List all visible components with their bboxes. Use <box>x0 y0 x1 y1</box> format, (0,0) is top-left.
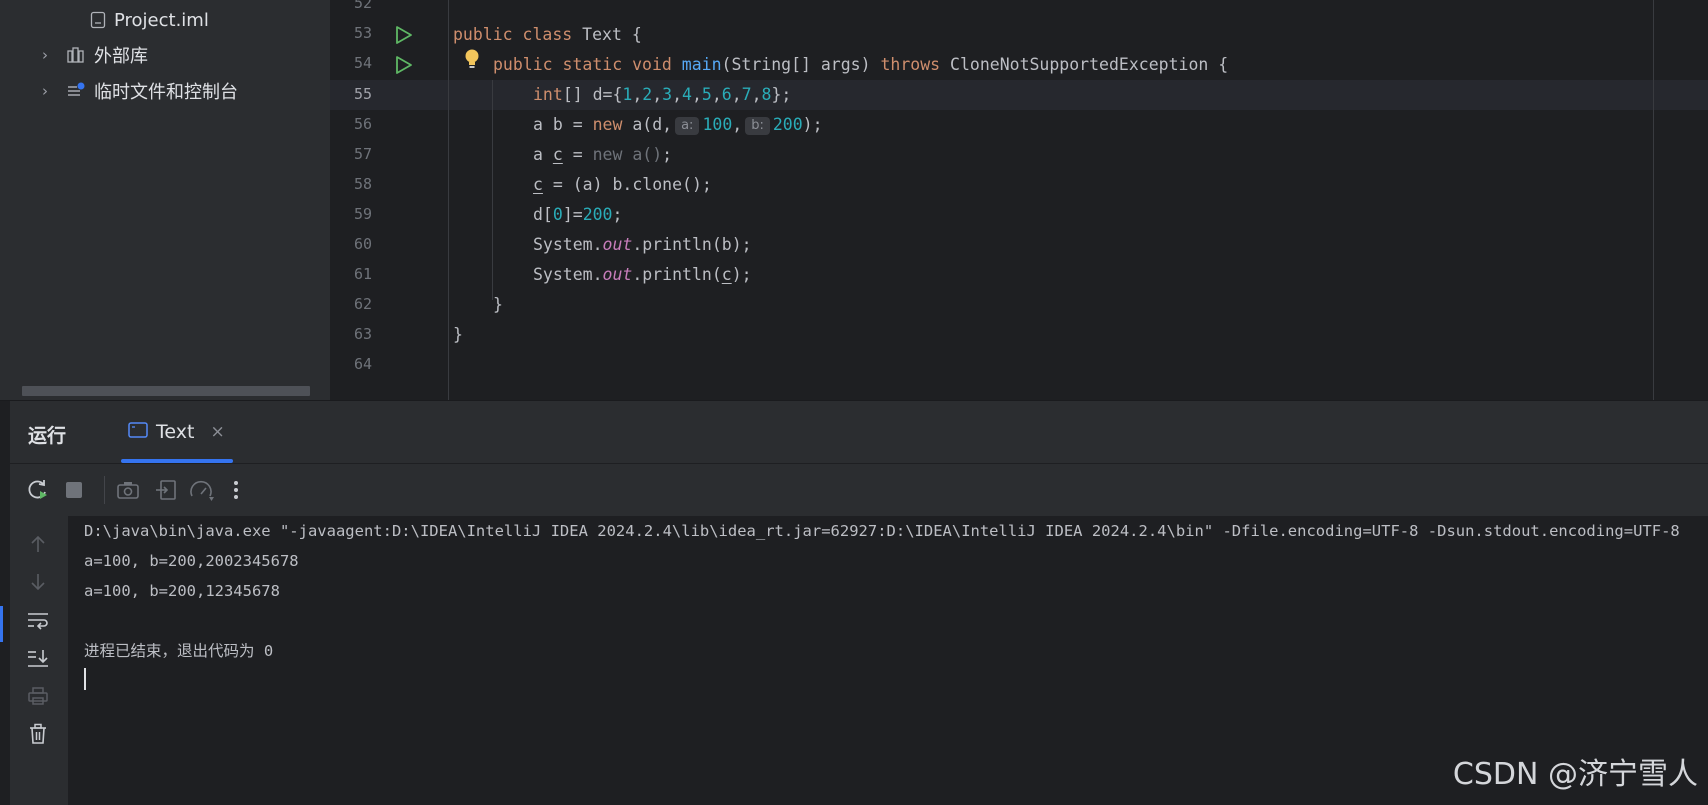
run-tab-text[interactable]: Text × <box>122 401 231 463</box>
code-editor[interactable]: 52 53 54 55 56 57 58 59 60 61 62 63 64 p… <box>330 0 1708 400</box>
clear-icon[interactable] <box>24 720 52 748</box>
console-line: D:\java\bin\java.exe "-javaagent:D:\IDEA… <box>84 522 1680 540</box>
line-number: 56 <box>353 115 372 133</box>
code-line-54: public static void main(String[] args) t… <box>493 55 1229 74</box>
gutter-separator <box>448 0 449 400</box>
code-line-53: public class Text { <box>453 25 642 44</box>
code-line-63: } <box>453 325 463 344</box>
intention-bulb-icon[interactable] <box>464 48 480 72</box>
line-number: 60 <box>353 235 372 253</box>
print-icon[interactable] <box>24 682 52 710</box>
code-line-62: } <box>493 295 503 314</box>
line-number: 64 <box>353 355 372 373</box>
scroll-up-icon[interactable] <box>24 530 52 558</box>
side-active-indicator <box>0 606 3 642</box>
tree-item-label: Project.iml <box>114 9 209 31</box>
console-line: 进程已结束，退出代码为 0 <box>84 642 274 660</box>
close-icon[interactable]: × <box>210 422 224 442</box>
tree-item-label: 临时文件和控制台 <box>94 82 238 103</box>
text-caret <box>84 668 86 690</box>
line-number: 62 <box>353 295 372 313</box>
library-icon <box>66 46 86 64</box>
console-window-icon <box>128 421 148 443</box>
watermark: CSDN @济宁雪人 <box>1452 757 1698 792</box>
more-icon[interactable] <box>222 476 250 504</box>
code-line-58: c = (a) b.clone(); <box>533 175 712 194</box>
tree-item-external-libraries[interactable]: › 外部库 <box>34 38 148 72</box>
chevron-right-icon[interactable]: › <box>34 82 56 100</box>
run-panel-title: 运行 <box>28 425 67 447</box>
soft-wrap-icon[interactable] <box>24 606 52 634</box>
code-line-55: int[] d={1,2,3,4,5,6,7,8}; <box>533 85 792 104</box>
restore-layout-icon[interactable] <box>152 476 180 504</box>
tree-item-label: 外部库 <box>94 46 148 67</box>
tree-item-scratches[interactable]: › 临时文件和控制台 <box>34 74 238 108</box>
rerun-icon[interactable] <box>24 476 52 504</box>
param-hint: b: <box>745 117 770 135</box>
file-icon <box>90 11 106 29</box>
code-line-56: a b = new a(d, a: 100, b: 200); <box>533 115 823 135</box>
line-number: 63 <box>353 325 372 343</box>
line-number: 54 <box>353 54 372 72</box>
horizontal-scrollbar[interactable] <box>22 386 310 396</box>
line-number: 61 <box>353 265 372 283</box>
right-margin-guide <box>1653 0 1654 400</box>
code-line-61: System.out.println(c); <box>533 265 752 284</box>
line-number: 52 <box>353 0 372 12</box>
code-line-57: a c = new a(); <box>533 145 673 164</box>
line-number: 55 <box>353 85 372 103</box>
code-line-60: System.out.println(b); <box>533 235 752 254</box>
profiler-icon[interactable] <box>188 476 216 504</box>
line-number: 58 <box>353 175 372 193</box>
console-line: a=100, b=200,2002345678 <box>84 552 299 570</box>
line-number: 53 <box>353 24 372 42</box>
run-tool-window-header: 运行 Text × <box>10 401 1708 463</box>
param-hint: a: <box>675 117 700 135</box>
run-gutter-icon[interactable] <box>393 25 413 45</box>
scroll-down-icon[interactable] <box>24 568 52 596</box>
toolbar-separator <box>104 476 105 504</box>
run-gutter-icon[interactable] <box>393 55 413 75</box>
tree-item-project-iml[interactable]: Project.iml <box>90 3 209 37</box>
screenshot-icon[interactable] <box>114 476 142 504</box>
scroll-to-end-icon[interactable] <box>24 644 52 672</box>
line-number: 59 <box>353 205 372 223</box>
console-line: a=100, b=200,12345678 <box>84 582 280 600</box>
run-tab-label: Text <box>156 421 195 443</box>
project-tree: Project.iml › 外部库 › 临时文件和控制台 <box>10 0 330 400</box>
run-toolbar <box>10 463 1708 517</box>
indent-guide <box>492 80 493 300</box>
scratches-icon <box>66 82 86 100</box>
code-line-59: d[0]=200; <box>533 205 623 224</box>
console-side-toolbar <box>10 516 68 805</box>
line-number: 57 <box>353 145 372 163</box>
stop-icon[interactable] <box>60 476 88 504</box>
chevron-right-icon[interactable]: › <box>34 46 56 64</box>
